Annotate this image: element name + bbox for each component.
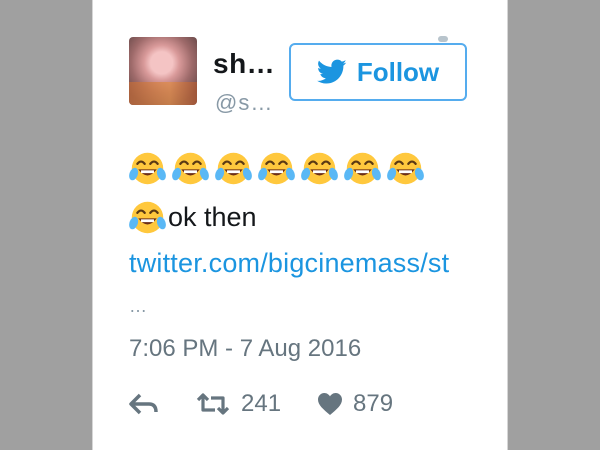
- like-button[interactable]: 879: [317, 390, 393, 418]
- face-with-tears-of-joy-icon: [215, 150, 252, 187]
- face-with-tears-of-joy-icon: [129, 150, 166, 187]
- tweet-text: ok then: [168, 202, 257, 232]
- avatar[interactable]: [129, 37, 197, 105]
- retweet-button[interactable]: 241: [195, 390, 281, 418]
- face-with-tears-of-joy-icon: [301, 150, 338, 187]
- face-with-tears-of-joy-icon: [172, 150, 209, 187]
- retweet-icon: [196, 393, 230, 415]
- follow-button[interactable]: Follow: [289, 43, 467, 101]
- reply-icon: [129, 393, 158, 415]
- tweet-timestamp[interactable]: 7:06 PM - 7 Aug 2016: [129, 335, 361, 363]
- tweet-link[interactable]: twitter.com/bigcinemass/st: [129, 248, 449, 279]
- twitter-bird-icon: [316, 59, 347, 84]
- like-count: 879: [353, 390, 394, 417]
- link-ellipsis: …: [129, 296, 147, 316]
- heart-icon: [318, 393, 343, 415]
- retweet-count: 241: [241, 390, 282, 417]
- display-name[interactable]: sh…: [213, 48, 275, 80]
- user-handle[interactable]: @s…: [215, 90, 273, 116]
- tweet-text-line: ok then: [129, 199, 257, 236]
- face-with-tears-of-joy-icon: [129, 199, 166, 236]
- follow-label: Follow: [356, 56, 440, 87]
- emoji-row: [129, 150, 424, 187]
- face-with-tears-of-joy-icon: [258, 150, 295, 187]
- menu-caret-icon[interactable]: [438, 36, 448, 42]
- reply-button[interactable]: [129, 393, 159, 415]
- tweet-actions: 241 879: [129, 390, 393, 418]
- face-with-tears-of-joy-icon: [387, 150, 424, 187]
- face-with-tears-of-joy-icon: [344, 150, 381, 187]
- tweet-card: sh… @s… Follow ok then twitter.com/bigci…: [92, 0, 508, 450]
